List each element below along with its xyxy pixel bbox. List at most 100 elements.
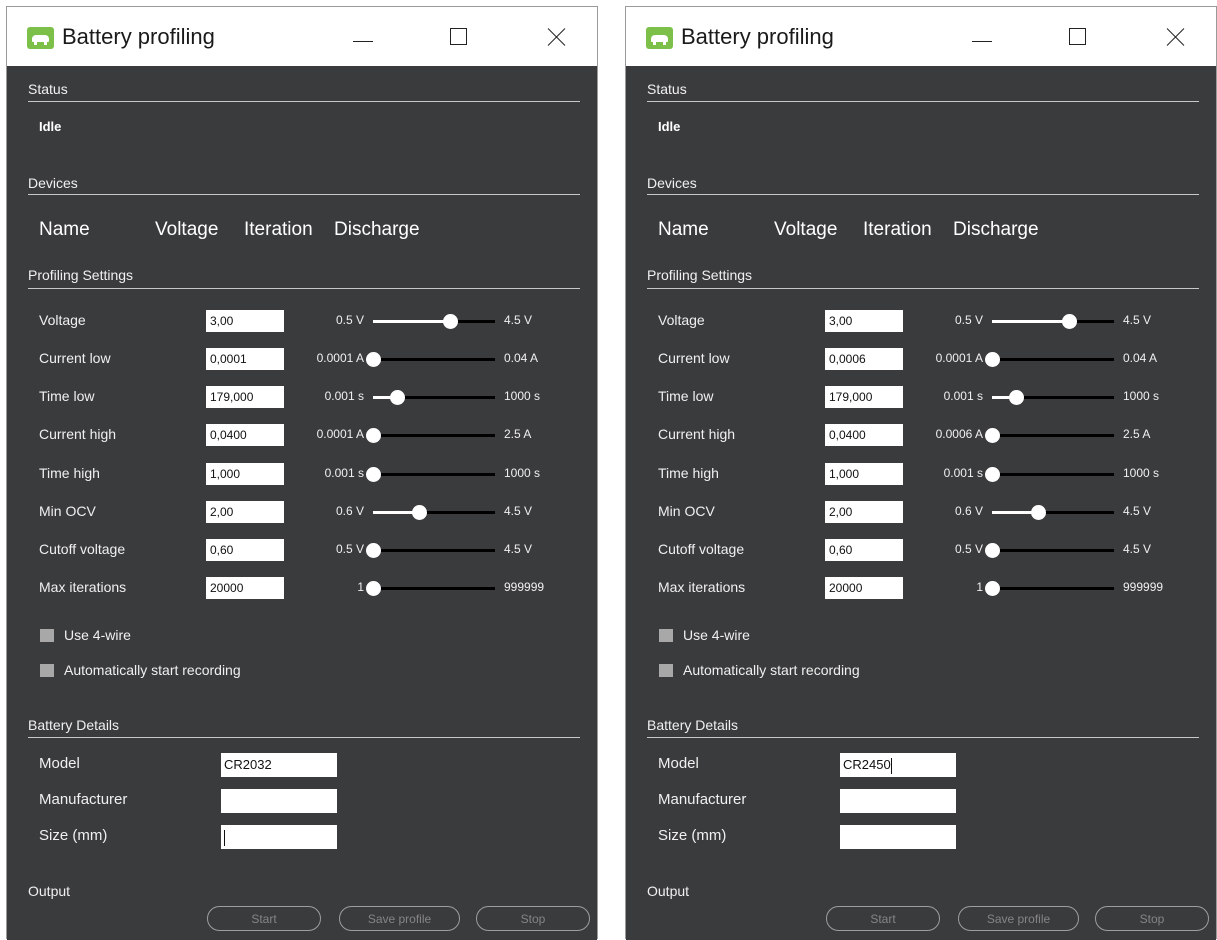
- time-high-slider[interactable]: [366, 467, 495, 482]
- current-low-slider-handle[interactable]: [985, 352, 1000, 367]
- max-iterations-input[interactable]: 20000: [206, 577, 284, 599]
- time-high-slider[interactable]: [985, 467, 1114, 482]
- current-high-slider-handle[interactable]: [985, 428, 1000, 443]
- current-low-label: Current low: [39, 350, 111, 366]
- max-iterations-slider-handle[interactable]: [985, 581, 1000, 596]
- battery-profiling-window-1: Battery profiling Status Idle Devices Name Vo…: [6, 6, 598, 940]
- model-input-value: CR2032: [224, 757, 272, 772]
- time-low-input[interactable]: 179,000: [206, 386, 284, 408]
- model-input[interactable]: CR2032: [221, 753, 337, 777]
- min-ocv-slider-handle[interactable]: [412, 505, 428, 520]
- model-input[interactable]: CR2450: [840, 753, 956, 777]
- current-high-slider[interactable]: [366, 428, 495, 443]
- time-low-slider-handle[interactable]: [390, 390, 406, 405]
- time-high-slider-handle[interactable]: [366, 467, 381, 482]
- battery-profiling-window-2: Battery profiling Status Idle Devices Name Vo…: [625, 6, 1217, 940]
- size-mm-input[interactable]: [840, 825, 956, 849]
- save-profile-button[interactable]: Save profile: [339, 906, 460, 931]
- cutoff-voltage-slider[interactable]: [985, 543, 1114, 558]
- time-high-label: Time high: [39, 465, 100, 481]
- save-profile-button[interactable]: Save profile: [958, 906, 1079, 931]
- time-low-slider-handle[interactable]: [1009, 390, 1025, 405]
- profiling-settings-header: Profiling Settings: [28, 267, 134, 283]
- automatically-start-recording-checkbox-label: Automatically start recording: [64, 662, 241, 678]
- current-high-slider-handle[interactable]: [366, 428, 381, 443]
- manufacturer-input[interactable]: [221, 789, 337, 813]
- maximize-button[interactable]: [1051, 11, 1105, 63]
- current-high-max-label: 2.5 A: [504, 427, 532, 441]
- voltage-input[interactable]: 3,00: [825, 310, 903, 332]
- min-ocv-max-label: 4.5 V: [1123, 504, 1152, 518]
- current-low-input[interactable]: 0,0006: [825, 348, 903, 370]
- size-mm-input[interactable]: [221, 825, 337, 849]
- min-ocv-slider[interactable]: [373, 505, 495, 520]
- current-low-slider-handle[interactable]: [366, 352, 381, 367]
- use-4-wire-checkbox[interactable]: [40, 629, 54, 642]
- size-mm-label: Size (mm): [39, 827, 108, 844]
- time-high-input[interactable]: 1,000: [825, 463, 903, 485]
- voltage-slider[interactable]: [373, 314, 495, 329]
- min-ocv-input[interactable]: 2,00: [206, 501, 284, 523]
- current-high-label: Current high: [39, 426, 117, 442]
- manufacturer-input[interactable]: [840, 789, 956, 813]
- cutoff-voltage-slider-handle[interactable]: [366, 543, 381, 558]
- max-iterations-input[interactable]: 20000: [825, 577, 903, 599]
- time-high-slider-handle[interactable]: [985, 467, 1000, 482]
- min-ocv-min-label: 0.6 V: [954, 504, 983, 518]
- voltage-min-label: 0.5 V: [954, 313, 983, 327]
- output-header: Output: [647, 883, 690, 899]
- voltage-input[interactable]: 3,00: [206, 310, 284, 332]
- battery-details-header: Battery Details: [647, 717, 739, 733]
- profiling-panel: Status Idle Devices Name Voltage Iteration Dis…: [7, 66, 597, 940]
- cutoff-voltage-slider-handle[interactable]: [985, 543, 1000, 558]
- current-low-slider[interactable]: [985, 352, 1114, 367]
- devices-column-name: Name: [658, 219, 709, 240]
- voltage-min-label: 0.5 V: [335, 313, 364, 327]
- minimize-icon: [353, 41, 373, 42]
- current-high-input[interactable]: 0,0400: [206, 424, 284, 446]
- close-button[interactable]: [529, 11, 583, 63]
- time-low-slider[interactable]: [373, 390, 495, 405]
- voltage-label: Voltage: [658, 312, 705, 328]
- cutoff-voltage-input[interactable]: 0,60: [825, 539, 903, 561]
- current-high-input[interactable]: 0,0400: [825, 424, 903, 446]
- cutoff-voltage-input[interactable]: 0,60: [206, 539, 284, 561]
- time-low-input[interactable]: 179,000: [825, 386, 903, 408]
- stop-button[interactable]: Stop: [1095, 906, 1209, 931]
- cutoff-voltage-min-label: 0.5 V: [954, 542, 983, 556]
- current-low-input[interactable]: 0,0001: [206, 348, 284, 370]
- voltage-slider-handle[interactable]: [1061, 314, 1077, 329]
- max-iterations-slider-handle[interactable]: [366, 581, 381, 596]
- cutoff-voltage-max-label: 4.5 V: [504, 542, 533, 556]
- time-high-input[interactable]: 1,000: [206, 463, 284, 485]
- automatically-start-recording-checkbox[interactable]: [659, 664, 673, 677]
- max-iterations-slider[interactable]: [985, 581, 1114, 596]
- minimize-button[interactable]: [955, 11, 1009, 63]
- max-iterations-slider[interactable]: [366, 581, 495, 596]
- minimize-button[interactable]: [336, 11, 390, 63]
- max-iterations-label: Max iterations: [39, 579, 127, 595]
- model-label: Model: [658, 755, 699, 772]
- voltage-slider-handle[interactable]: [442, 314, 458, 329]
- time-high-max-label: 1000 s: [1123, 466, 1160, 480]
- current-low-slider[interactable]: [366, 352, 495, 367]
- devices-column-discharge: Discharge: [953, 219, 1039, 240]
- time-low-slider[interactable]: [992, 390, 1114, 405]
- min-ocv-input[interactable]: 2,00: [825, 501, 903, 523]
- cutoff-voltage-slider[interactable]: [366, 543, 495, 558]
- bear-paw-icon: [32, 35, 49, 45]
- use-4-wire-checkbox[interactable]: [659, 629, 673, 642]
- start-button[interactable]: Start: [207, 906, 321, 931]
- min-ocv-slider[interactable]: [992, 505, 1114, 520]
- min-ocv-slider-handle[interactable]: [1031, 505, 1047, 520]
- voltage-slider[interactable]: [992, 314, 1114, 329]
- voltage-label: Voltage: [39, 312, 86, 328]
- close-button[interactable]: [1148, 11, 1202, 63]
- maximize-button[interactable]: [432, 11, 486, 63]
- automatically-start-recording-checkbox[interactable]: [40, 664, 54, 677]
- start-button[interactable]: Start: [826, 906, 940, 931]
- current-high-slider[interactable]: [985, 428, 1114, 443]
- stop-button[interactable]: Stop: [476, 906, 590, 931]
- status-separator: [647, 101, 1199, 102]
- battery-details-separator: [28, 737, 580, 738]
